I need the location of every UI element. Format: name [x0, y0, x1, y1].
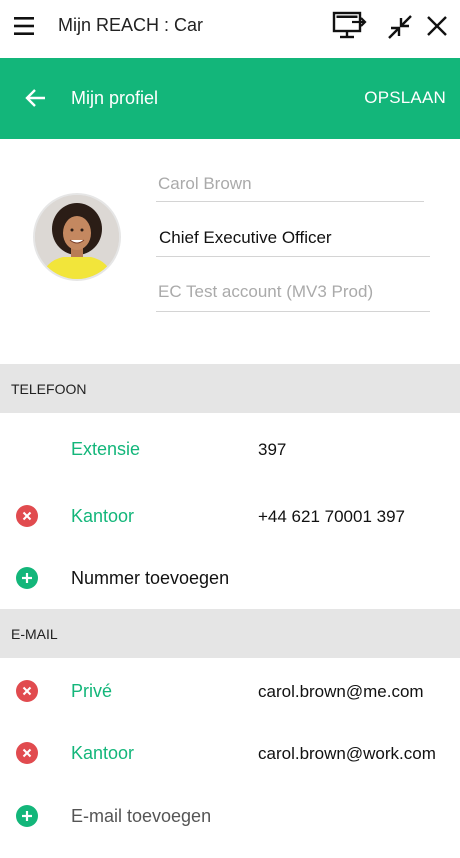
page-title: Mijn profiel [71, 88, 159, 108]
email-value-private[interactable]: carol.brown@me.com [258, 682, 424, 702]
hamburger-icon[interactable] [14, 16, 34, 36]
phone-label-extension[interactable]: Extensie [71, 439, 140, 460]
section-header-email: E-MAIL [0, 609, 460, 658]
name-placeholder: Carol Brown [158, 174, 252, 193]
email-value-office[interactable]: carol.brown@work.com [258, 744, 436, 764]
add-circle-icon[interactable] [16, 805, 38, 827]
name-field[interactable]: Carol Brown [156, 166, 424, 202]
company-field[interactable]: EC Test account (MV3 Prod) [156, 274, 430, 312]
section-title-email: E-MAIL [11, 626, 58, 642]
section-header-phone: TELEFOON [0, 364, 460, 413]
remove-circle-icon[interactable] [16, 505, 38, 527]
email-label-private[interactable]: Privé [71, 681, 112, 702]
save-button[interactable]: OPSLAAN [364, 88, 446, 108]
phone-label-office[interactable]: Kantoor [71, 506, 134, 527]
remove-circle-icon[interactable] [16, 742, 38, 764]
company-placeholder: EC Test account (MV3 Prod) [158, 282, 374, 301]
job-title-field[interactable]: Chief Executive Officer [156, 220, 430, 257]
window-title: Mijn REACH : Car [58, 15, 204, 35]
close-icon[interactable] [426, 15, 448, 37]
phone-value-office[interactable]: +44 621 70001 397 [258, 507, 405, 527]
add-circle-icon[interactable] [16, 567, 38, 589]
arrow-left-icon[interactable] [24, 86, 48, 110]
email-label-office[interactable]: Kantoor [71, 743, 134, 764]
monitor-arrow-icon[interactable] [332, 11, 368, 39]
avatar-image [35, 195, 119, 279]
window-titlebar: Mijn REACH : Car [0, 0, 460, 56]
avatar[interactable] [35, 195, 119, 279]
add-phone-button[interactable]: Nummer toevoegen [71, 568, 229, 589]
phone-value-extension[interactable]: 397 [258, 440, 286, 460]
section-title-phone: TELEFOON [11, 381, 87, 397]
app-bar: Mijn profiel OPSLAAN [0, 58, 460, 139]
job-title-value: Chief Executive Officer [159, 228, 332, 247]
add-email-button[interactable]: E-mail toevoegen [71, 806, 211, 827]
remove-circle-icon[interactable] [16, 680, 38, 702]
compress-icon[interactable] [387, 14, 413, 40]
